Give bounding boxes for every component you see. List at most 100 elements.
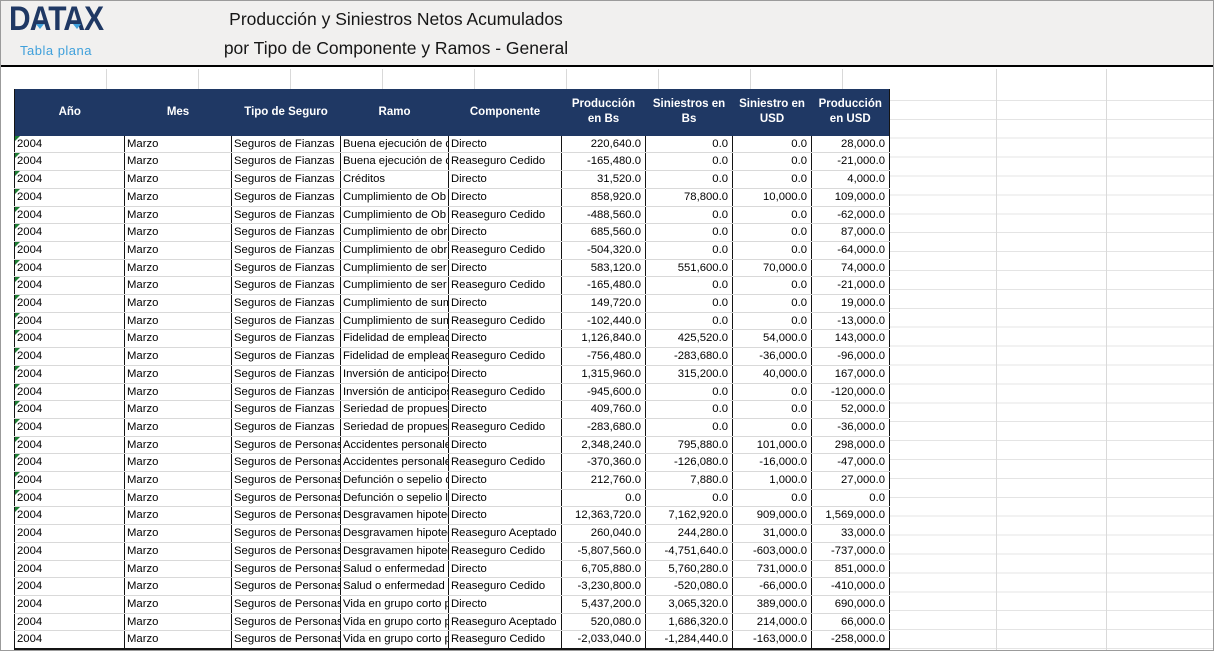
cell-componente[interactable]: Reaseguro Cedido — [449, 383, 562, 401]
cell-siniestro_usd[interactable]: 0.0 — [733, 489, 812, 507]
cell-mes[interactable]: Marzo — [125, 188, 232, 206]
cell-produccion_bs[interactable]: -488,560.0 — [562, 206, 646, 224]
cell-siniestro_usd[interactable]: 0.0 — [733, 153, 812, 171]
cell-tipo_de_seguro[interactable]: Seguros de Personas — [232, 578, 341, 596]
cell-siniestros_bs[interactable]: 244,280.0 — [646, 525, 733, 543]
cell-ano[interactable]: 2004 — [15, 560, 125, 578]
cell-produccion_bs[interactable]: 212,760.0 — [562, 472, 646, 490]
cell-ano[interactable]: 2004 — [15, 277, 125, 295]
cell-produccion_bs[interactable]: 149,720.0 — [562, 295, 646, 313]
cell-produccion_bs[interactable]: 583,120.0 — [562, 259, 646, 277]
cell-mes[interactable]: Marzo — [125, 525, 232, 543]
cell-ramo[interactable]: Cumplimiento de Ob — [341, 188, 449, 206]
cell-mes[interactable]: Marzo — [125, 383, 232, 401]
cell-ano[interactable]: 2004 — [15, 153, 125, 171]
column-header-siniestro_usd[interactable]: Siniestro en USD — [733, 89, 812, 136]
cell-componente[interactable]: Reaseguro Cedido — [449, 348, 562, 366]
cell-componente[interactable]: Directo — [449, 560, 562, 578]
cell-siniestros_bs[interactable]: 0.0 — [646, 383, 733, 401]
cell-produccion_usd[interactable]: 52,000.0 — [812, 401, 890, 419]
cell-ramo[interactable]: Fidelidad de emplead — [341, 348, 449, 366]
cell-siniestro_usd[interactable]: 0.0 — [733, 171, 812, 189]
cell-tipo_de_seguro[interactable]: Seguros de Fianzas — [232, 188, 341, 206]
cell-siniestro_usd[interactable]: 0.0 — [733, 224, 812, 242]
cell-produccion_bs[interactable]: 2,348,240.0 — [562, 436, 646, 454]
cell-siniestros_bs[interactable]: 0.0 — [646, 401, 733, 419]
cell-siniestro_usd[interactable]: 0.0 — [733, 241, 812, 259]
cell-mes[interactable]: Marzo — [125, 578, 232, 596]
cell-siniestro_usd[interactable]: 731,000.0 — [733, 560, 812, 578]
cell-produccion_usd[interactable]: 109,000.0 — [812, 188, 890, 206]
column-header-ano[interactable]: Año — [15, 89, 125, 136]
cell-siniestro_usd[interactable]: -163,000.0 — [733, 631, 812, 649]
cell-produccion_bs[interactable]: 685,560.0 — [562, 224, 646, 242]
cell-ano[interactable]: 2004 — [15, 418, 125, 436]
cell-mes[interactable]: Marzo — [125, 206, 232, 224]
cell-ramo[interactable]: Cumplimiento de Ob — [341, 206, 449, 224]
cell-ano[interactable]: 2004 — [15, 454, 125, 472]
cell-ramo[interactable]: Cumplimiento de ser — [341, 259, 449, 277]
cell-siniestros_bs[interactable]: -4,751,640.0 — [646, 542, 733, 560]
cell-ano[interactable]: 2004 — [15, 206, 125, 224]
cell-produccion_usd[interactable]: -410,000.0 — [812, 578, 890, 596]
cell-ramo[interactable]: Accidentes personale — [341, 454, 449, 472]
cell-mes[interactable]: Marzo — [125, 295, 232, 313]
cell-tipo_de_seguro[interactable]: Seguros de Fianzas — [232, 136, 341, 153]
cell-ramo[interactable]: Seriedad de propuest — [341, 418, 449, 436]
cell-produccion_bs[interactable]: -165,480.0 — [562, 277, 646, 295]
cell-componente[interactable]: Directo — [449, 295, 562, 313]
cell-mes[interactable]: Marzo — [125, 153, 232, 171]
cell-ano[interactable]: 2004 — [15, 383, 125, 401]
cell-ramo[interactable]: Cumplimiento de sum — [341, 295, 449, 313]
cell-mes[interactable]: Marzo — [125, 489, 232, 507]
cell-siniestro_usd[interactable]: 0.0 — [733, 401, 812, 419]
cell-produccion_usd[interactable]: 143,000.0 — [812, 330, 890, 348]
cell-tipo_de_seguro[interactable]: Seguros de Fianzas — [232, 277, 341, 295]
cell-ramo[interactable]: Seriedad de propuest — [341, 401, 449, 419]
cell-produccion_usd[interactable]: 167,000.0 — [812, 365, 890, 383]
cell-componente[interactable]: Reaseguro Cedido — [449, 153, 562, 171]
cell-siniestro_usd[interactable]: 31,000.0 — [733, 525, 812, 543]
cell-siniestros_bs[interactable]: 3,065,320.0 — [646, 595, 733, 613]
cell-produccion_bs[interactable]: 31,520.0 — [562, 171, 646, 189]
cell-siniestro_usd[interactable]: 0.0 — [733, 295, 812, 313]
cell-mes[interactable]: Marzo — [125, 472, 232, 490]
cell-tipo_de_seguro[interactable]: Seguros de Personas — [232, 595, 341, 613]
cell-componente[interactable]: Directo — [449, 259, 562, 277]
cell-produccion_usd[interactable]: -47,000.0 — [812, 454, 890, 472]
cell-siniestro_usd[interactable]: 0.0 — [733, 277, 812, 295]
cell-tipo_de_seguro[interactable]: Seguros de Fianzas — [232, 383, 341, 401]
cell-siniestros_bs[interactable]: 0.0 — [646, 224, 733, 242]
cell-ramo[interactable]: Accidentes personale — [341, 436, 449, 454]
cell-siniestro_usd[interactable]: 70,000.0 — [733, 259, 812, 277]
cell-siniestro_usd[interactable]: 389,000.0 — [733, 595, 812, 613]
cell-componente[interactable]: Directo — [449, 489, 562, 507]
cell-produccion_bs[interactable]: -945,600.0 — [562, 383, 646, 401]
cell-tipo_de_seguro[interactable]: Seguros de Fianzas — [232, 206, 341, 224]
cell-siniestros_bs[interactable]: 7,880.0 — [646, 472, 733, 490]
cell-componente[interactable]: Reaseguro Cedido — [449, 206, 562, 224]
cell-ano[interactable]: 2004 — [15, 224, 125, 242]
cell-produccion_bs[interactable]: 1,315,960.0 — [562, 365, 646, 383]
cell-siniestros_bs[interactable]: 0.0 — [646, 295, 733, 313]
cell-componente[interactable]: Directo — [449, 171, 562, 189]
cell-produccion_usd[interactable]: 87,000.0 — [812, 224, 890, 242]
cell-produccion_bs[interactable]: 5,437,200.0 — [562, 595, 646, 613]
cell-siniestro_usd[interactable]: 0.0 — [733, 312, 812, 330]
cell-ano[interactable]: 2004 — [15, 365, 125, 383]
cell-tipo_de_seguro[interactable]: Seguros de Fianzas — [232, 295, 341, 313]
cell-mes[interactable]: Marzo — [125, 277, 232, 295]
cell-siniestro_usd[interactable]: -66,000.0 — [733, 578, 812, 596]
cell-siniestros_bs[interactable]: 78,800.0 — [646, 188, 733, 206]
cell-ramo[interactable]: Cumplimiento de sum — [341, 312, 449, 330]
cell-produccion_usd[interactable]: -120,000.0 — [812, 383, 890, 401]
cell-tipo_de_seguro[interactable]: Seguros de Fianzas — [232, 418, 341, 436]
cell-produccion_bs[interactable]: 1,126,840.0 — [562, 330, 646, 348]
cell-componente[interactable]: Directo — [449, 136, 562, 153]
cell-ramo[interactable]: Cumplimiento de obr — [341, 224, 449, 242]
cell-mes[interactable]: Marzo — [125, 171, 232, 189]
cell-siniestros_bs[interactable]: 0.0 — [646, 171, 733, 189]
cell-siniestro_usd[interactable]: 40,000.0 — [733, 365, 812, 383]
cell-componente[interactable]: Reaseguro Cedido — [449, 241, 562, 259]
cell-ano[interactable]: 2004 — [15, 436, 125, 454]
